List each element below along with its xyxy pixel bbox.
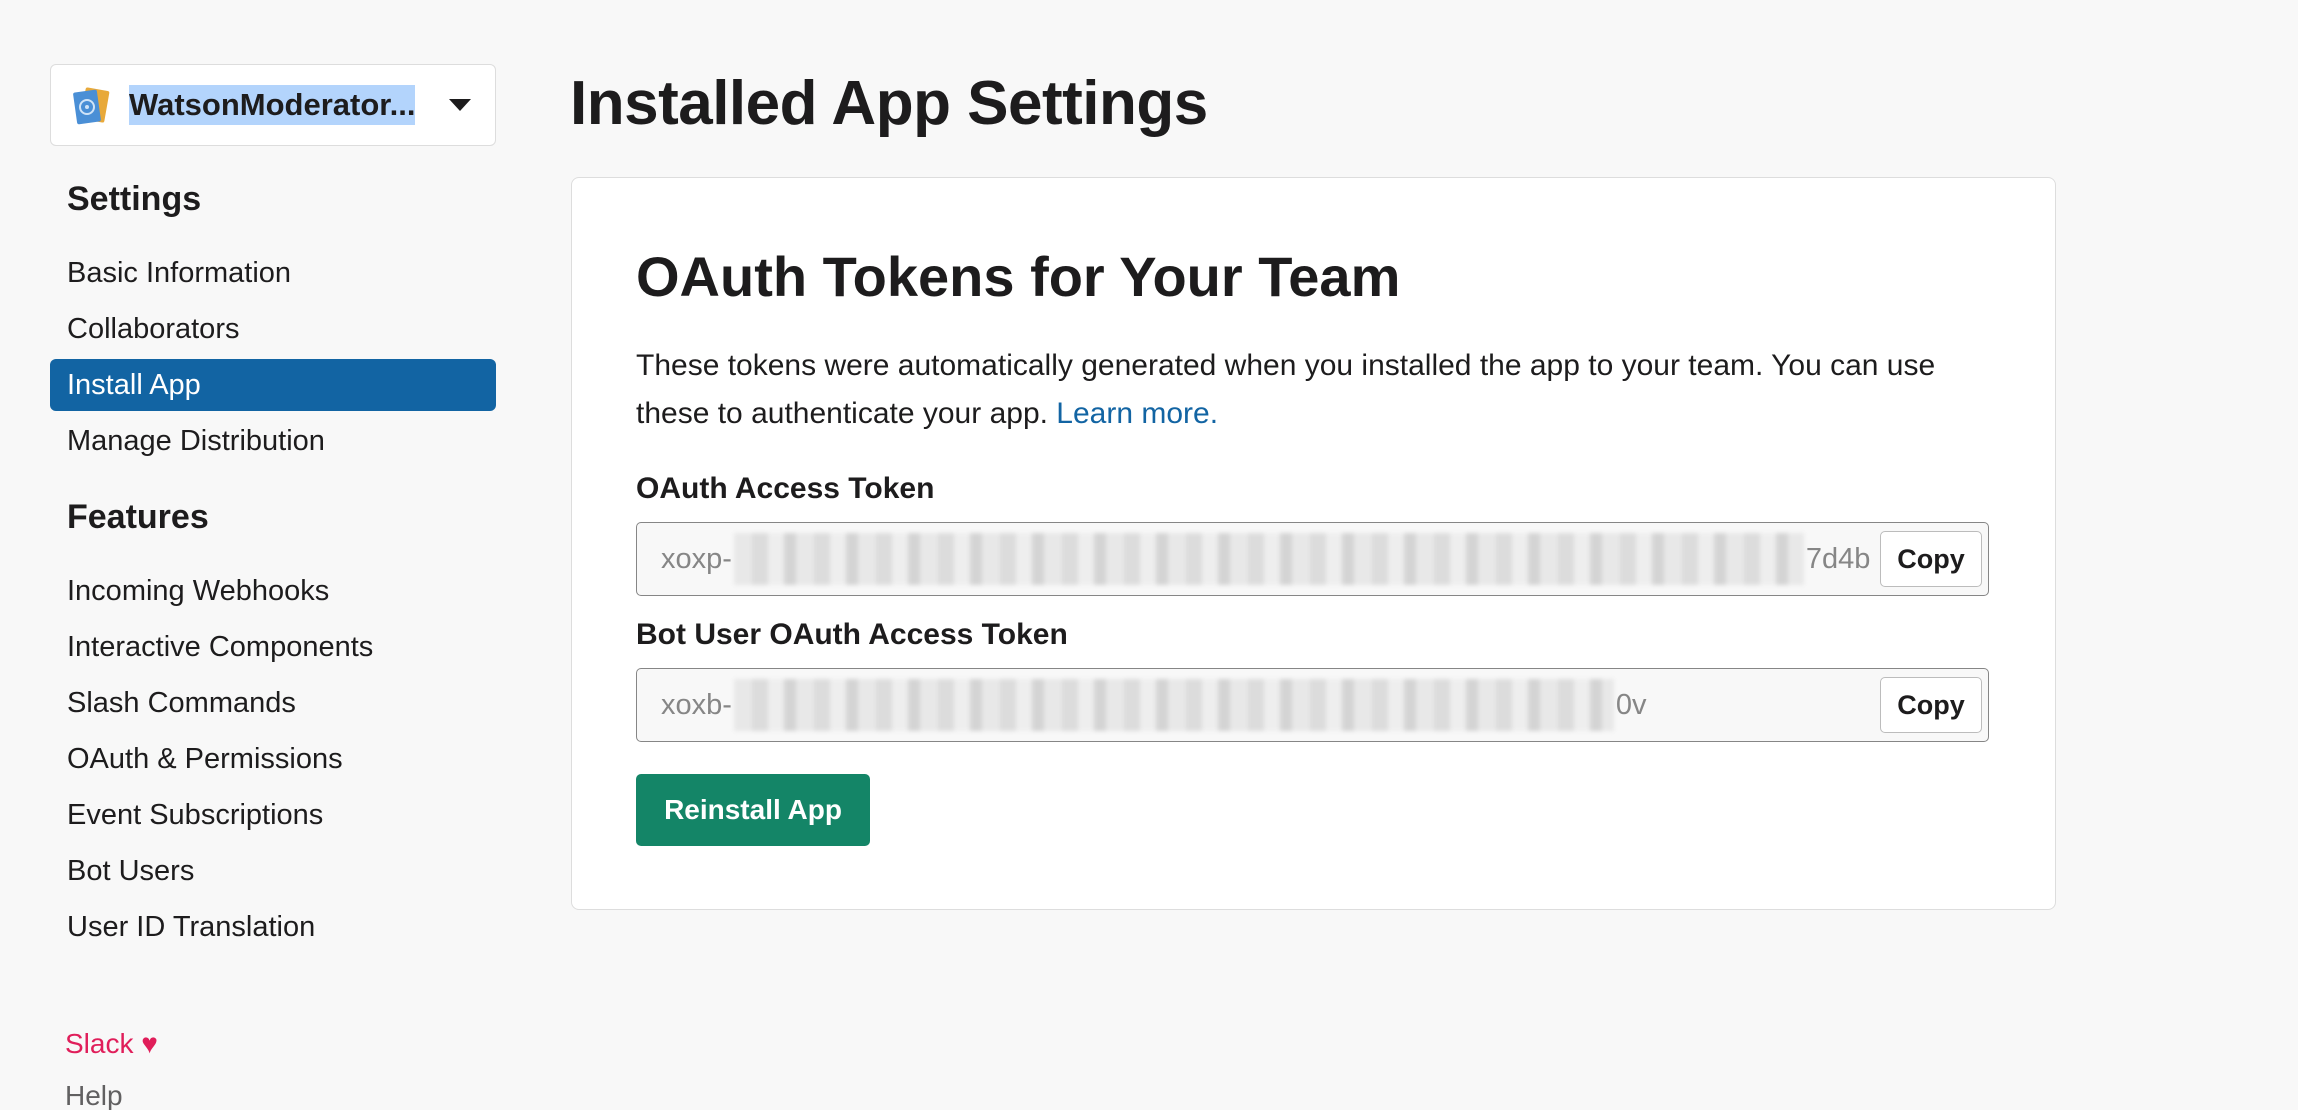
chevron-down-icon[interactable] [449,99,471,111]
bot-token-label: Bot User OAuth Access Token [636,618,1068,651]
heart-icon: ♥ [141,1028,158,1059]
sidebar-item-slash-commands[interactable]: Slash Commands [50,677,496,729]
sidebar-item-interactive-components[interactable]: Interactive Components [50,621,496,673]
app-book-icon [73,87,110,125]
sidebar-item-user-id-translation[interactable]: User ID Translation [50,901,496,953]
sidebar-item-manage-distribution[interactable]: Manage Distribution [50,415,496,467]
app-switcher[interactable]: WatsonModerator... [50,64,496,146]
card-description: These tokens were automatically generate… [636,342,1996,438]
oauth-token-value: xoxp- 7d4b [661,533,1870,585]
redacted-token-blur [733,533,1804,585]
oauth-token-field[interactable]: xoxp- 7d4b Copy [636,522,1989,596]
settings-heading: Settings [67,180,202,218]
description-text: These tokens were automatically generate… [636,349,1936,430]
bot-token-suffix: 0v [1615,688,1647,721]
redacted-token-blur [733,679,1614,731]
sidebar-item-install-app[interactable]: Install App [50,359,496,411]
bot-token-prefix: xoxb- [661,688,732,721]
copy-bot-token-button[interactable]: Copy [1880,677,1982,733]
features-heading: Features [67,498,209,536]
reinstall-app-button[interactable]: Reinstall App [636,774,870,846]
help-link[interactable]: Help [65,1080,123,1110]
slack-footer-link[interactable]: Slack ♥ [65,1028,158,1060]
oauth-token-prefix: xoxp- [661,542,732,575]
app-name: WatsonModerator... [129,85,416,125]
sidebar-item-oauth-permissions[interactable]: OAuth & Permissions [50,733,496,785]
slack-footer-label: Slack [65,1028,134,1059]
oauth-token-label: OAuth Access Token [636,472,935,505]
sidebar-item-event-subscriptions[interactable]: Event Subscriptions [50,789,496,841]
sidebar-item-basic-information[interactable]: Basic Information [50,247,496,299]
card-title: OAuth Tokens for Your Team [636,245,1401,308]
bot-token-field[interactable]: xoxb- 0v Copy [636,668,1989,742]
bot-token-value: xoxb- 0v [661,679,1647,731]
oauth-token-suffix: 7d4b [1805,542,1871,575]
copy-oauth-token-button[interactable]: Copy [1880,531,1982,587]
oauth-tokens-card: OAuth Tokens for Your Team These tokens … [571,177,2056,910]
learn-more-link[interactable]: Learn more. [1056,397,1218,430]
sidebar-item-bot-users[interactable]: Bot Users [50,845,496,897]
page-title: Installed App Settings [570,69,1208,138]
sidebar-item-collaborators[interactable]: Collaborators [50,303,496,355]
sidebar-item-incoming-webhooks[interactable]: Incoming Webhooks [50,565,496,617]
page: WatsonModerator... Settings Basic Inform… [0,0,2298,1110]
